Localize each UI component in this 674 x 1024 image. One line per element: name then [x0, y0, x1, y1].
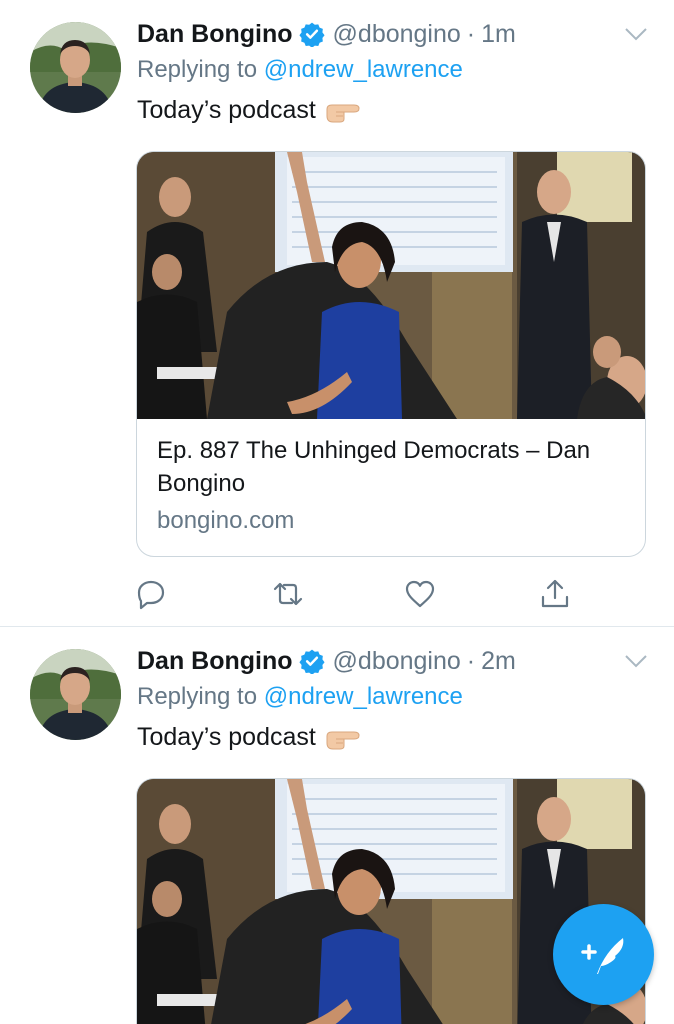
- replying-to: Replying to @ndrew_lawrence: [137, 56, 463, 84]
- tweet-text-content: Today’s podcast: [137, 96, 316, 124]
- card-image: [137, 152, 645, 419]
- verified-badge-icon: [298, 649, 325, 674]
- avatar-image: [30, 649, 121, 740]
- avatar[interactable]: [30, 22, 121, 113]
- tweet[interactable]: Dan Bongino @dbongino · 1m Replying to @…: [0, 0, 674, 627]
- tweet-text: Today’s podcast: [137, 96, 362, 125]
- replying-to-label: Replying to: [137, 56, 258, 83]
- author-name[interactable]: Dan Bongino: [137, 20, 293, 49]
- tweet-actions: [0, 578, 674, 612]
- author-handle[interactable]: @dbongino: [333, 20, 461, 49]
- reply-mention-link[interactable]: @ndrew_lawrence: [264, 683, 463, 710]
- pointing-right-hand-emoji-icon: [326, 104, 360, 122]
- tweet-text: Today’s podcast: [137, 723, 362, 752]
- timestamp[interactable]: 1m: [481, 20, 516, 49]
- timestamp[interactable]: 2m: [481, 647, 516, 676]
- card-title: Ep. 887 The Unhinged Democrats – Dan Bon…: [157, 437, 591, 497]
- like-icon[interactable]: [404, 578, 436, 610]
- replying-to: Replying to @ndrew_lawrence: [137, 683, 463, 711]
- separator-dot: ·: [466, 19, 476, 48]
- pointing-right-hand-emoji-icon: [326, 731, 360, 749]
- reply-mention-link[interactable]: @ndrew_lawrence: [264, 56, 463, 83]
- avatar[interactable]: [30, 649, 121, 740]
- link-card[interactable]: Ep. 887 The Unhinged Democrats – Dan Bon…: [136, 151, 646, 557]
- author-handle[interactable]: @dbongino: [333, 647, 461, 676]
- chevron-down-icon[interactable]: [624, 651, 648, 671]
- author-name[interactable]: Dan Bongino: [137, 647, 293, 676]
- compose-tweet-icon: [581, 938, 624, 974]
- separator-dot: ·: [466, 646, 476, 675]
- compose-tweet-button[interactable]: [553, 904, 654, 1005]
- avatar-image: [30, 22, 121, 113]
- reply-icon[interactable]: [135, 578, 167, 610]
- card-domain: bongino.com: [157, 507, 295, 534]
- replying-to-label: Replying to: [137, 683, 258, 710]
- tweet-text-content: Today’s podcast: [137, 723, 316, 751]
- retweet-icon[interactable]: [272, 578, 304, 610]
- verified-badge-icon: [298, 22, 325, 47]
- chevron-down-icon[interactable]: [624, 24, 648, 44]
- share-icon[interactable]: [539, 578, 571, 610]
